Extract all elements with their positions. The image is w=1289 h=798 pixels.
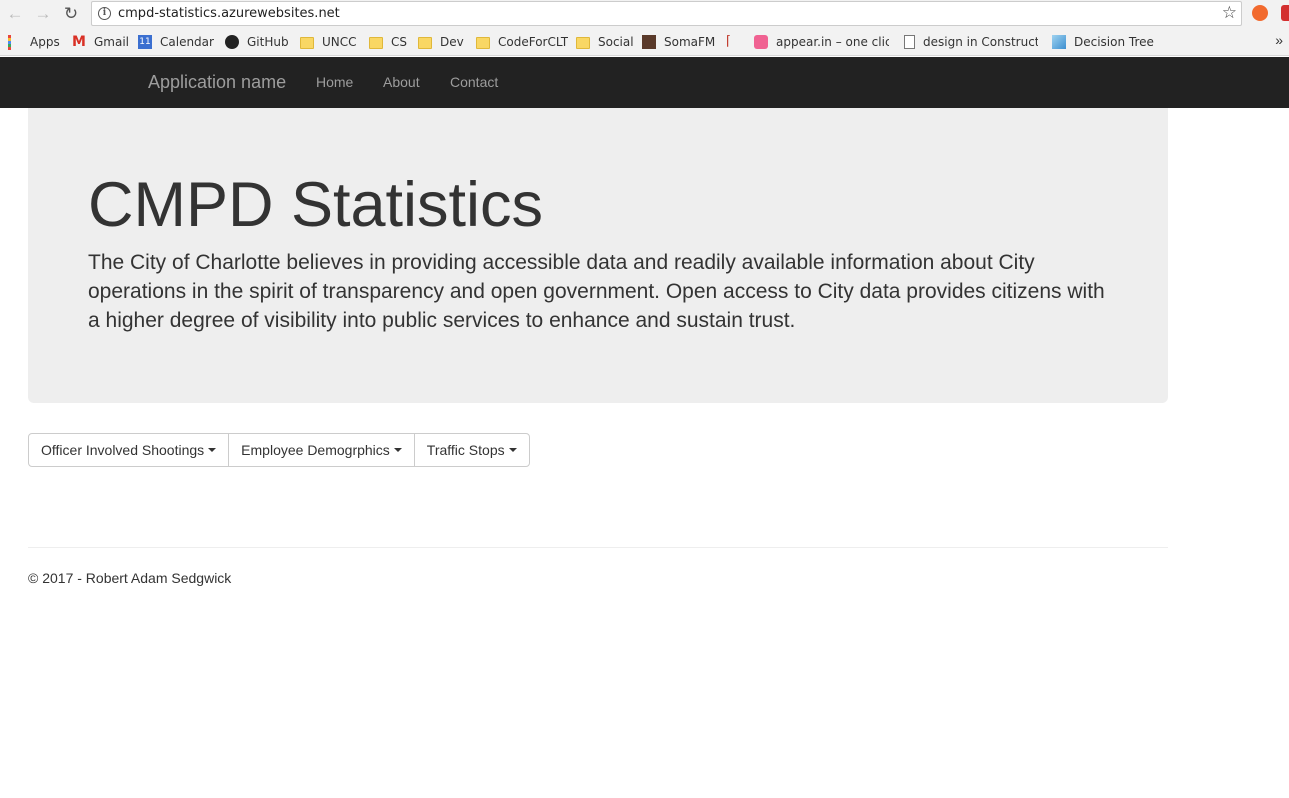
page-title: CMPD Statistics xyxy=(88,170,544,240)
caret-down-icon xyxy=(393,448,402,452)
apps-icon xyxy=(8,35,22,50)
lead-paragraph: The City of Charlotte believes in provid… xyxy=(88,251,1105,332)
browser-toolbar: ← → ↻ i cmpd-statistics.azurewebsites.ne… xyxy=(0,0,1289,28)
jumbotron: CMPD Statistics The City of Charlotte be… xyxy=(28,108,1168,403)
address-url[interactable]: cmpd-statistics.azurewebsites.net xyxy=(118,6,340,21)
bookmark-somafm[interactable]: SomaFM xyxy=(642,34,715,50)
nav-link-home[interactable]: Home xyxy=(316,74,353,90)
github-icon xyxy=(225,35,239,49)
bookmark-label: Social xyxy=(598,35,634,49)
bookmark-label: SomaFM xyxy=(664,35,716,49)
employee-demographics-dropdown[interactable]: Employee Demogrphics xyxy=(228,433,415,467)
officer-shootings-dropdown[interactable]: Officer Involved Shootings xyxy=(28,433,230,467)
bookmark-label: CodeForCLT xyxy=(498,35,569,49)
bookmarks-bar: Apps M Gmail 11 Calendar GitHub UNCC CS … xyxy=(0,28,1289,56)
extension-icon-2[interactable] xyxy=(1281,5,1289,21)
reload-icon[interactable]: ↻ xyxy=(60,3,82,25)
bookmark-appear-in[interactable]: appear.in – one click xyxy=(754,34,889,50)
appear-in-icon xyxy=(754,35,768,49)
bookmark-calendar[interactable]: 11 Calendar xyxy=(138,34,214,50)
dropdown-label: Employee Demogrphics xyxy=(241,442,390,458)
forward-arrow-icon[interactable]: → xyxy=(32,3,54,25)
bookmark-label: CS xyxy=(391,35,407,49)
bookmark-github[interactable]: GitHub xyxy=(225,34,289,50)
folder-icon xyxy=(369,36,383,49)
footer-copyright: © 2017 - Robert Adam Sedgwick xyxy=(28,570,232,586)
bookmark-design[interactable]: design in Constructio xyxy=(904,34,1038,50)
folder-icon xyxy=(476,36,490,49)
bookmark-folder-social[interactable]: Social xyxy=(576,34,634,50)
bookmark-gmail[interactable]: M Gmail xyxy=(72,34,129,50)
bookmark-label: GitHub xyxy=(247,35,289,49)
site-navbar: Application name Home About Contact xyxy=(0,57,1289,108)
bookmark-pickaxe[interactable]: ⌈ xyxy=(726,34,748,50)
bookmark-folder-codeforclt[interactable]: CodeForCLT xyxy=(476,34,568,50)
info-icon[interactable]: i xyxy=(98,7,111,20)
page-icon xyxy=(904,35,915,49)
address-bar[interactable]: i cmpd-statistics.azurewebsites.net ☆ xyxy=(91,1,1242,26)
bookmark-label: design in Constructio xyxy=(923,35,1038,49)
folder-icon xyxy=(418,36,432,49)
bookmark-label: Calendar xyxy=(160,35,214,49)
bookmark-label: Dev xyxy=(440,35,464,49)
bookmark-folder-dev[interactable]: Dev xyxy=(418,34,464,50)
nav-link-contact[interactable]: Contact xyxy=(450,74,498,90)
gmail-icon: M xyxy=(72,34,86,50)
traffic-stops-dropdown[interactable]: Traffic Stops xyxy=(413,433,530,467)
footer-divider xyxy=(28,547,1168,548)
dropdown-label: Traffic Stops xyxy=(426,442,505,458)
folder-icon xyxy=(300,36,314,49)
bookmark-label: Apps xyxy=(30,35,60,49)
bookmark-label: UNCC xyxy=(322,35,357,49)
decision-tree-icon xyxy=(1052,35,1066,49)
bookmarks-more-chevron-icon[interactable]: » xyxy=(1275,32,1283,48)
folder-icon xyxy=(576,36,590,49)
nav-link-about[interactable]: About xyxy=(383,74,420,90)
bookmark-decision-tree[interactable]: Decision Tree xyxy=(1052,34,1154,50)
bookmark-label: Decision Tree xyxy=(1074,35,1154,49)
caret-down-icon xyxy=(508,448,517,452)
pickaxe-icon: ⌈ xyxy=(726,34,732,49)
calendar-icon: 11 xyxy=(138,35,152,49)
bookmark-label: appear.in – one click xyxy=(776,35,889,49)
bookmark-star-icon[interactable]: ☆ xyxy=(1222,3,1237,23)
bookmark-folder-cs[interactable]: CS xyxy=(369,34,407,50)
bookmark-label: Gmail xyxy=(94,35,130,49)
dropdown-button-group: Officer Involved Shootings Employee Demo… xyxy=(28,433,530,467)
bookmark-folder-uncc[interactable]: UNCC xyxy=(300,34,357,50)
bookmark-apps[interactable]: Apps xyxy=(8,34,60,50)
somafm-icon xyxy=(642,35,656,49)
navbar-brand[interactable]: Application name xyxy=(148,72,286,93)
caret-down-icon xyxy=(208,448,217,452)
extension-icon[interactable] xyxy=(1252,5,1268,21)
back-arrow-icon[interactable]: ← xyxy=(4,3,26,25)
dropdown-label: Officer Involved Shootings xyxy=(41,442,205,458)
